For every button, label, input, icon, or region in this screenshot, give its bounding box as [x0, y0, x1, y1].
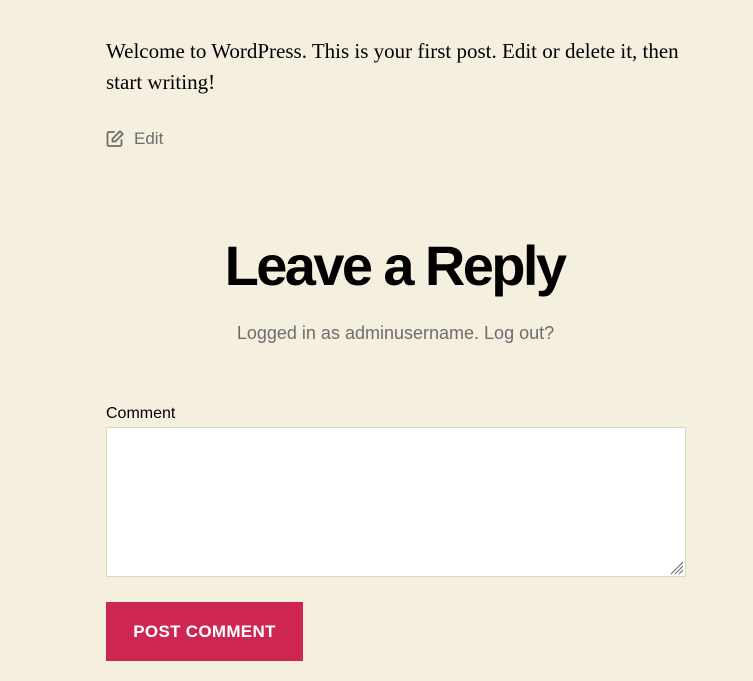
post-content: Welcome to WordPress. This is your first… — [106, 39, 679, 94]
post-comment-button[interactable]: POST COMMENT — [106, 602, 303, 661]
edit-icon — [105, 129, 125, 149]
logout-link[interactable]: Log out? — [484, 323, 554, 343]
comment-label: Comment — [106, 405, 176, 422]
resize-handle-icon[interactable] — [669, 560, 684, 575]
edit-label: Edit — [134, 129, 164, 148]
separator: . — [474, 323, 485, 343]
username: adminusername — [344, 323, 475, 343]
profile-link[interactable]: Logged in as adminusername — [237, 323, 474, 343]
reply-title: Leave a Reply — [224, 234, 567, 297]
logged-in-prefix: Logged in as — [236, 323, 345, 343]
logged-in-notice: Logged in as adminusername. Log out? — [0, 320, 753, 346]
comment-textarea[interactable] — [106, 427, 686, 577]
edit-post-link[interactable]: Edit — [105, 129, 163, 149]
